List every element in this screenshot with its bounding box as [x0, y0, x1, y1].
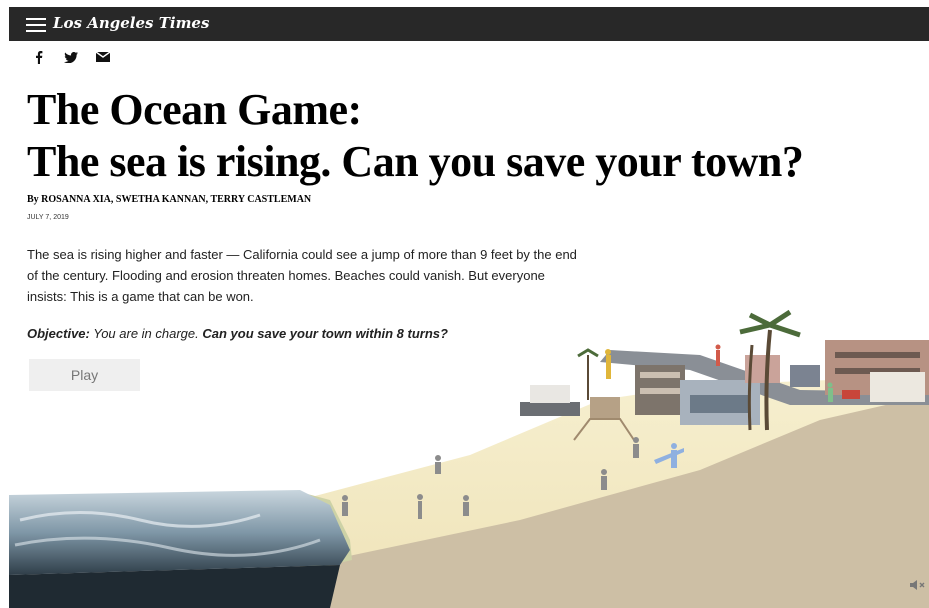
- page-title: The Ocean Game: The sea is rising. Can y…: [27, 84, 804, 188]
- site-logo[interactable]: Los Angeles Times: [53, 14, 209, 32]
- beach-illustration: [9, 309, 929, 608]
- twitter-icon[interactable]: [64, 50, 78, 64]
- hamburger-icon[interactable]: [26, 18, 46, 32]
- title-line-2: The sea is rising. Can you save your tow…: [27, 137, 804, 186]
- title-line-1: The Ocean Game:: [27, 85, 362, 134]
- share-bar: [32, 50, 110, 64]
- byline: By ROSANNA XIA, SWETHA KANNAN, TERRY CAS…: [27, 194, 312, 205]
- email-icon[interactable]: [96, 50, 110, 64]
- facebook-icon[interactable]: [32, 50, 46, 64]
- intro-paragraph: The sea is rising higher and faster — Ca…: [27, 247, 577, 304]
- publish-date: JULY 7, 2019: [27, 214, 69, 221]
- top-bar: Los Angeles Times: [9, 7, 929, 41]
- mute-icon[interactable]: [910, 578, 926, 590]
